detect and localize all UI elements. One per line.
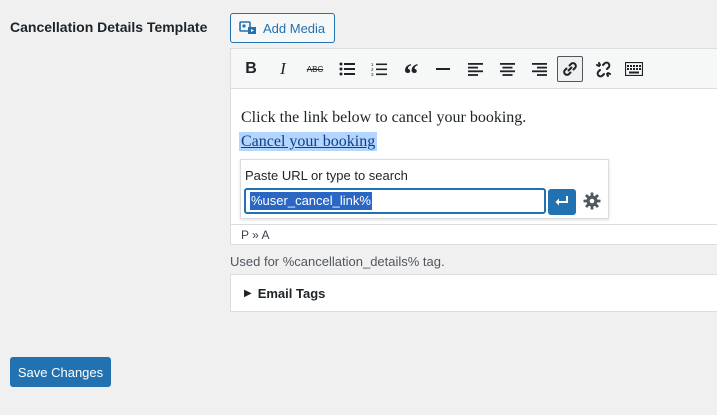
editor-content[interactable]: Click the link below to cancel your book… [239,106,527,154]
unlink-icon [595,61,612,78]
rich-text-editor[interactable]: B I ABC 123 “ Click the link below to ca… [230,48,717,245]
url-input-value: %user_cancel_link% [250,192,372,210]
align-right-icon [531,62,547,76]
toolbar-toggle-button[interactable] [621,56,647,82]
gear-icon [583,192,601,213]
strikethrough-icon: ABC [306,64,324,74]
bullet-list-button[interactable] [334,56,360,82]
add-media-label: Add Media [263,20,326,36]
numbered-list-icon: 123 [371,62,387,77]
numbered-list-button[interactable]: 123 [366,56,392,82]
unlink-button[interactable] [590,56,616,82]
horizontal-line-icon [436,67,450,71]
italic-button[interactable]: I [270,56,296,82]
expand-triangle-icon: ▶ [244,287,252,299]
bullet-list-icon [339,62,355,76]
content-paragraph: Click the link below to cancel your book… [241,109,527,126]
email-tags-label: Email Tags [257,285,326,301]
save-changes-button[interactable]: Save Changes [10,357,111,387]
toolbar-toggle-icon [625,62,643,76]
blockquote-icon: “ [403,57,419,91]
strikethrough-button[interactable]: ABC [302,56,328,82]
horizontal-line-button[interactable] [430,56,456,82]
add-media-button[interactable]: Add Media [230,13,335,43]
link-options-button[interactable] [581,191,603,213]
editor-status-path: P » A [231,224,717,245]
url-input[interactable]: %user_cancel_link% [244,188,546,214]
cancel-booking-link[interactable]: Cancel your booking [239,132,378,151]
email-tags-toggle[interactable]: ▶ Email Tags [230,274,717,312]
blockquote-button[interactable]: “ [398,56,424,89]
link-popup: Paste URL or type to search %user_cancel… [240,159,609,219]
align-left-icon [467,62,483,76]
field-label: Cancellation Details Template [10,19,208,35]
editor-toolbar: B I ABC 123 “ [231,49,717,89]
align-right-button[interactable] [526,56,552,82]
italic-icon: I [280,59,286,78]
svg-text:3: 3 [371,72,374,77]
bold-button[interactable]: B [238,56,264,82]
field-help-text: Used for %cancellation_details% tag. [230,254,445,269]
align-center-button[interactable] [494,56,520,82]
apply-link-button[interactable] [548,189,576,215]
media-icon [239,20,257,36]
align-left-button[interactable] [462,56,488,82]
link-popup-hint: Paste URL or type to search [245,168,408,183]
insert-link-icon [562,61,578,77]
bold-icon: B [245,60,257,77]
align-center-icon [499,62,515,76]
insert-link-button[interactable] [557,56,583,82]
enter-icon [554,195,570,210]
